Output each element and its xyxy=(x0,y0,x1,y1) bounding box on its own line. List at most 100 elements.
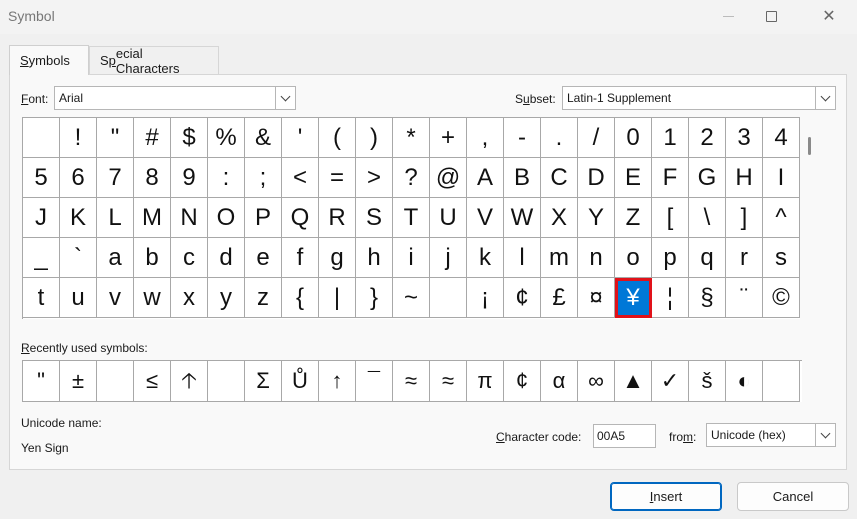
symbol-cell[interactable]: 5 xyxy=(23,158,60,198)
symbol-cell[interactable]: k xyxy=(467,238,504,278)
recent-symbol-cell[interactable] xyxy=(208,361,245,402)
character-code-input[interactable]: 00A5 xyxy=(593,424,656,448)
symbol-cell[interactable]: r xyxy=(726,238,763,278)
symbol-cell[interactable]: © xyxy=(763,278,800,318)
symbol-cell[interactable]: I xyxy=(763,158,800,198)
symbol-cell[interactable]: Q xyxy=(282,198,319,238)
symbol-cell[interactable]: ~ xyxy=(393,278,430,318)
symbol-cell[interactable]: s xyxy=(763,238,800,278)
symbol-cell[interactable]: R xyxy=(319,198,356,238)
symbol-cell[interactable]: u xyxy=(60,278,97,318)
symbol-cell[interactable]: + xyxy=(430,118,467,158)
symbol-cell[interactable]: / xyxy=(578,118,615,158)
symbol-cell[interactable]: a xyxy=(97,238,134,278)
symbol-cell[interactable]: H xyxy=(726,158,763,198)
symbol-cell[interactable]: _ xyxy=(23,238,60,278)
symbol-cell[interactable]: 7 xyxy=(97,158,134,198)
font-dropdown-arrow[interactable] xyxy=(275,87,295,109)
symbol-cell[interactable]: > xyxy=(356,158,393,198)
tab-special-characters[interactable]: Sp ecial Characters xyxy=(89,46,219,76)
symbol-cell[interactable]: ¢ xyxy=(504,278,541,318)
symbol-cell[interactable]: 6 xyxy=(60,158,97,198)
symbol-cell[interactable]: < xyxy=(282,158,319,198)
symbol-cell[interactable]: ¤ xyxy=(578,278,615,318)
symbol-cell[interactable]: 4 xyxy=(763,118,800,158)
symbol-cell[interactable]: N xyxy=(171,198,208,238)
recent-symbol-cell[interactable]: ◐ xyxy=(726,361,763,402)
recent-symbol-cell[interactable]: ✓ xyxy=(652,361,689,402)
recent-symbols-grid[interactable]: " ± ≤ 🡡 Σ Ů ↑ ¯ ≈ ≈ π ¢ α ∞ ▲ ✓ š ◐ xyxy=(22,360,802,402)
symbol-cell[interactable]: ' xyxy=(282,118,319,158)
symbol-cell[interactable]: M xyxy=(134,198,171,238)
recent-symbol-cell[interactable]: Σ xyxy=(245,361,282,402)
symbol-cell[interactable]: : xyxy=(208,158,245,198)
symbol-cell[interactable]: 8 xyxy=(134,158,171,198)
symbol-cell[interactable]: @ xyxy=(430,158,467,198)
recent-symbol-cell[interactable]: ∞ xyxy=(578,361,615,402)
symbol-cell[interactable]: - xyxy=(504,118,541,158)
symbol-cell[interactable]: * xyxy=(393,118,430,158)
recent-symbol-cell[interactable]: š xyxy=(689,361,726,402)
subset-dropdown-arrow[interactable] xyxy=(815,87,835,109)
symbol-cell[interactable]: L xyxy=(97,198,134,238)
symbol-cell[interactable]: p xyxy=(652,238,689,278)
tab-symbols[interactable]: Symbols xyxy=(9,45,89,75)
symbol-cell[interactable]: w xyxy=(134,278,171,318)
symbol-cell[interactable]: o xyxy=(615,238,652,278)
symbol-cell[interactable]: § xyxy=(689,278,726,318)
symbol-cell[interactable]: e xyxy=(245,238,282,278)
symbol-cell[interactable]: W xyxy=(504,198,541,238)
symbol-cell[interactable]: g xyxy=(319,238,356,278)
symbol-cell[interactable]: n xyxy=(578,238,615,278)
symbol-cell[interactable]: \ xyxy=(689,198,726,238)
symbol-cell[interactable]: 9 xyxy=(171,158,208,198)
symbol-cell[interactable]: i xyxy=(393,238,430,278)
symbol-cell[interactable]: " xyxy=(97,118,134,158)
symbol-cell[interactable]: z xyxy=(245,278,282,318)
recent-symbol-cell[interactable]: ≈ xyxy=(430,361,467,402)
symbol-cell[interactable]: B xyxy=(504,158,541,198)
symbol-cell[interactable]: Y xyxy=(578,198,615,238)
symbol-cell[interactable]: T xyxy=(393,198,430,238)
symbol-cell[interactable] xyxy=(430,278,467,318)
recent-symbol-cell[interactable] xyxy=(763,361,800,402)
symbol-cell[interactable]: J xyxy=(23,198,60,238)
symbol-cell[interactable]: . xyxy=(541,118,578,158)
symbol-cell[interactable]: & xyxy=(245,118,282,158)
symbol-cell[interactable]: ; xyxy=(245,158,282,198)
recent-symbol-cell[interactable]: ± xyxy=(60,361,97,402)
from-dropdown-arrow[interactable] xyxy=(815,424,835,446)
symbol-cell[interactable]: 0 xyxy=(615,118,652,158)
recent-symbol-cell[interactable]: ↑ xyxy=(319,361,356,402)
symbol-cell[interactable]: ` xyxy=(60,238,97,278)
from-select[interactable]: Unicode (hex) xyxy=(706,423,836,447)
recent-symbol-cell[interactable]: α xyxy=(541,361,578,402)
scrollbar-thumb[interactable] xyxy=(808,137,811,155)
symbol-cell[interactable]: t xyxy=(23,278,60,318)
symbol-cell[interactable]: Z xyxy=(615,198,652,238)
close-button[interactable]: ✕ xyxy=(806,0,852,32)
font-select[interactable]: Arial xyxy=(54,86,296,110)
symbol-cell[interactable]: x xyxy=(171,278,208,318)
insert-button[interactable]: Insert xyxy=(610,482,722,511)
symbol-cell[interactable]: % xyxy=(208,118,245,158)
symbol-grid-scrollbar[interactable] xyxy=(800,117,820,319)
symbol-cell[interactable]: ? xyxy=(393,158,430,198)
symbol-cell[interactable]: P xyxy=(245,198,282,238)
symbol-cell[interactable]: | xyxy=(319,278,356,318)
symbol-cell[interactable]: D xyxy=(578,158,615,198)
recent-symbol-cell[interactable]: π xyxy=(467,361,504,402)
symbol-cell[interactable]: ^ xyxy=(763,198,800,238)
symbol-cell[interactable]: V xyxy=(467,198,504,238)
symbol-cell[interactable]: O xyxy=(208,198,245,238)
symbol-cell[interactable]: d xyxy=(208,238,245,278)
symbol-cell[interactable]: [ xyxy=(652,198,689,238)
symbol-cell[interactable]: C xyxy=(541,158,578,198)
symbol-cell[interactable]: ¡ xyxy=(467,278,504,318)
symbol-cell[interactable]: , xyxy=(467,118,504,158)
symbol-cell[interactable]: l xyxy=(504,238,541,278)
symbol-cell[interactable]: f xyxy=(282,238,319,278)
recent-symbol-cell[interactable]: ¢ xyxy=(504,361,541,402)
symbol-cell[interactable]: $ xyxy=(171,118,208,158)
symbol-cell[interactable]: j xyxy=(430,238,467,278)
